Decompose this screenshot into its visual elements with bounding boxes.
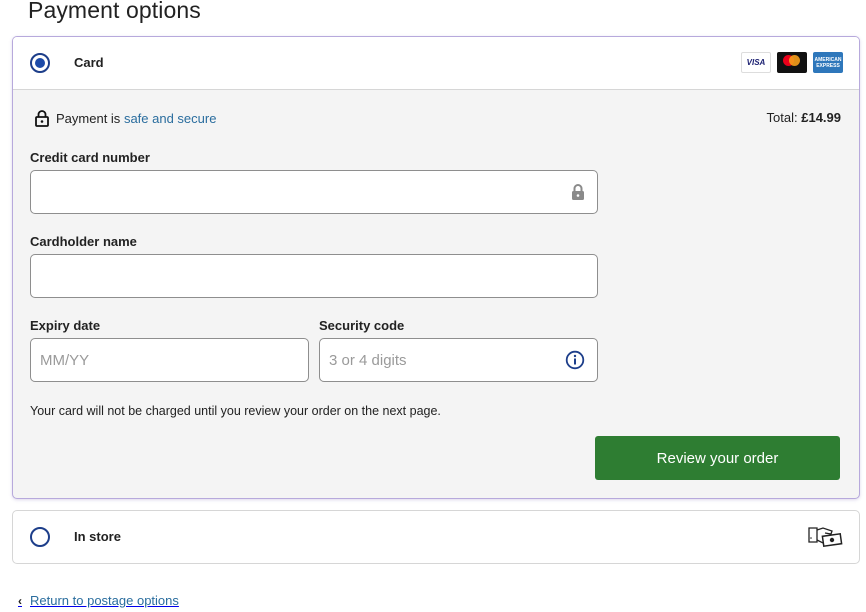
in-store-radio[interactable] (30, 527, 50, 547)
security-code-input[interactable]: 3 or 4 digits (319, 338, 598, 382)
charge-note: Your card will not be charged until you … (30, 404, 441, 418)
in-store-label: In store (74, 529, 121, 544)
return-to-postage-link[interactable]: ‹ Return to postage options (18, 593, 179, 608)
lock-icon (35, 110, 49, 127)
expiry-label: Expiry date (30, 318, 101, 333)
page-title: Payment options (28, 0, 201, 23)
card-radio[interactable] (30, 53, 50, 73)
cardholder-input[interactable] (30, 254, 598, 298)
in-store-option[interactable]: In store (12, 510, 860, 564)
order-total: Total: £14.99 (767, 110, 841, 125)
amex-logo-icon: AMERICAN EXPRESS (813, 52, 843, 73)
expiry-input[interactable]: MM/YY (30, 338, 309, 382)
mastercard-logo-icon (777, 52, 807, 73)
card-payment-option: Card VISA AMERICAN EXPRESS Payment is sa… (12, 36, 860, 499)
card-number-label: Credit card number (30, 150, 150, 165)
card-option-label: Card (74, 55, 104, 70)
safe-and-secure-link[interactable]: safe and secure (124, 111, 217, 126)
cardholder-label: Cardholder name (30, 234, 137, 249)
visa-logo-icon: VISA (741, 52, 771, 73)
secure-notice: Payment is safe and secure (35, 109, 216, 127)
card-option-header[interactable]: Card VISA AMERICAN EXPRESS (13, 37, 859, 90)
cash-payment-icon (808, 527, 843, 548)
total-label: Total: (766, 110, 802, 125)
card-logos: VISA AMERICAN EXPRESS (741, 52, 843, 73)
chevron-left-icon: ‹ (18, 593, 22, 608)
padlock-icon (572, 184, 584, 200)
card-number-input[interactable] (30, 170, 598, 214)
card-form: Payment is safe and secure Total: £14.99… (13, 90, 859, 498)
secure-prefix: Payment is (56, 110, 121, 126)
review-order-button[interactable]: Review your order (595, 436, 840, 480)
return-to-postage-text: Return to postage options (30, 593, 179, 608)
security-code-label: Security code (319, 318, 405, 333)
total-value: £14.99 (801, 110, 841, 125)
info-icon[interactable] (565, 350, 585, 370)
